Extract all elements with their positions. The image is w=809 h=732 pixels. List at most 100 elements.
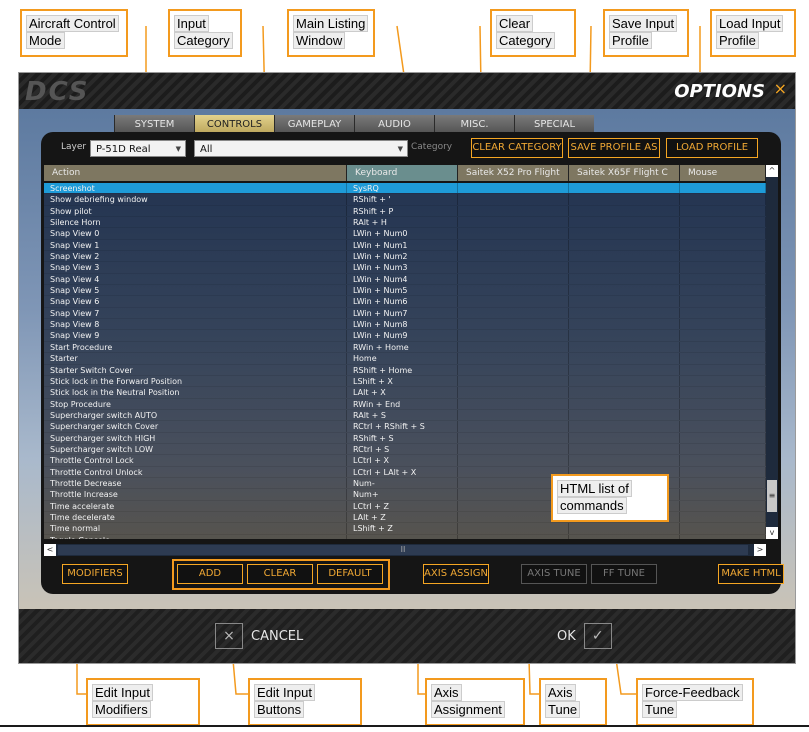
binding-cell[interactable] (680, 534, 766, 539)
action-cell[interactable]: Snap View 3 (44, 262, 347, 273)
table-row[interactable]: Snap View 9 LWin + Num9 (44, 330, 766, 342)
keyboard-binding-cell[interactable]: RShift + Home (347, 364, 458, 375)
binding-cell[interactable] (458, 319, 569, 330)
binding-cell[interactable] (458, 262, 569, 273)
action-cell[interactable]: Show pilot (44, 205, 347, 217)
binding-cell[interactable] (680, 228, 766, 239)
action-cell[interactable]: Stick lock in the Forward Position (44, 375, 347, 387)
action-cell[interactable]: Snap View 6 (44, 296, 347, 307)
action-cell[interactable]: Snap View 5 (44, 285, 347, 296)
binding-cell[interactable] (680, 251, 766, 262)
default-button[interactable]: DEFAULT (317, 564, 383, 584)
binding-cell[interactable] (569, 387, 680, 398)
binding-cell[interactable] (569, 330, 680, 341)
binding-cell[interactable] (569, 523, 680, 534)
binding-cell[interactable] (458, 251, 569, 262)
table-row[interactable]: Screenshot SysRQ (44, 183, 766, 195)
binding-cell[interactable] (569, 341, 680, 353)
binding-cell[interactable] (458, 205, 569, 217)
binding-cell[interactable] (680, 330, 766, 341)
cancel-button[interactable]: × CANCEL (215, 623, 311, 649)
keyboard-binding-cell[interactable]: LAlt + X (347, 387, 458, 398)
binding-cell[interactable] (680, 398, 766, 409)
binding-cell[interactable] (680, 489, 766, 500)
table-row[interactable]: Stick lock in the Neutral Position LAlt +… (44, 387, 766, 399)
binding-cell[interactable] (680, 387, 766, 398)
binding-cell[interactable] (458, 421, 569, 432)
keyboard-binding-cell[interactable]: RCtrl + RShift + S (347, 421, 458, 432)
binding-cell[interactable] (680, 455, 766, 466)
binding-cell[interactable] (680, 511, 766, 523)
keyboard-binding-cell[interactable]: RCtrl + S (347, 443, 458, 455)
binding-cell[interactable] (458, 217, 569, 228)
binding-cell[interactable] (569, 217, 680, 228)
category-select[interactable]: All ▼ (194, 140, 408, 157)
binding-cell[interactable] (458, 443, 569, 455)
keyboard-binding-cell[interactable]: LWin + Num0 (347, 228, 458, 239)
make-html-button[interactable]: MAKE HTML (718, 564, 784, 584)
table-row[interactable]: Supercharger switch AUTO RAlt + S (44, 409, 766, 422)
binding-cell[interactable] (680, 307, 766, 319)
action-cell[interactable]: Starter Switch Cover (44, 364, 347, 375)
table-row[interactable]: Supercharger switch LOW RCtrl + S (44, 443, 766, 456)
keyboard-binding-cell[interactable]: LWin + Num5 (347, 285, 458, 296)
table-row[interactable]: Snap View 2 LWin + Num2 (44, 251, 766, 263)
load-profile-button[interactable]: LOAD PROFILE (666, 138, 758, 158)
save-profile-button[interactable]: SAVE PROFILE AS (568, 138, 660, 158)
binding-cell[interactable] (680, 523, 766, 534)
action-cell[interactable]: Time decelerate (44, 511, 347, 523)
binding-cell[interactable] (569, 319, 680, 330)
horizontal-scroll-thumb[interactable]: II (58, 545, 748, 555)
modifiers-button[interactable]: MODIFIERS (62, 564, 128, 584)
vertical-scrollbar[interactable]: ^ ≡ v (766, 165, 778, 539)
action-cell[interactable]: Supercharger switch HIGH (44, 432, 347, 443)
binding-cell[interactable] (680, 262, 766, 273)
binding-cell[interactable] (458, 398, 569, 409)
table-row[interactable]: Toggle Console (44, 534, 766, 539)
action-cell[interactable]: Silence Horn (44, 217, 347, 228)
binding-cell[interactable] (569, 228, 680, 239)
binding-cell[interactable] (458, 239, 569, 251)
binding-cell[interactable] (680, 432, 766, 443)
axis-tune-button[interactable]: AXIS TUNE (521, 564, 587, 584)
column-header-mouse[interactable]: Mouse (680, 165, 766, 181)
binding-cell[interactable] (569, 364, 680, 375)
binding-cell[interactable] (458, 341, 569, 353)
ok-button[interactable]: OK ✓ (549, 623, 612, 649)
keyboard-binding-cell[interactable]: RWin + Home (347, 341, 458, 353)
binding-cell[interactable] (680, 443, 766, 455)
table-row[interactable]: Stop Procedure RWin + End (44, 398, 766, 410)
binding-cell[interactable] (680, 183, 766, 194)
table-row[interactable]: Silence Horn RAlt + H (44, 217, 766, 229)
table-row[interactable]: Snap View 1 LWin + Num1 (44, 239, 766, 252)
binding-cell[interactable] (458, 285, 569, 296)
keyboard-binding-cell[interactable] (347, 534, 458, 539)
binding-cell[interactable] (569, 205, 680, 217)
binding-cell[interactable] (569, 443, 680, 455)
binding-cell[interactable] (680, 341, 766, 353)
binding-cell[interactable] (680, 273, 766, 285)
table-row[interactable]: Starter Home (44, 353, 766, 365)
keyboard-binding-cell[interactable]: LWin + Num9 (347, 330, 458, 341)
table-row[interactable]: Stick lock in the Forward Position LShift… (44, 375, 766, 388)
binding-cell[interactable] (458, 194, 569, 205)
action-cell[interactable]: Throttle Increase (44, 489, 347, 500)
keyboard-binding-cell[interactable]: Num+ (347, 489, 458, 500)
action-cell[interactable]: Time accelerate (44, 500, 347, 511)
binding-cell[interactable] (569, 194, 680, 205)
table-row[interactable]: Time normal LShift + Z (44, 523, 766, 535)
action-cell[interactable]: Throttle Control Unlock (44, 466, 347, 477)
table-row[interactable]: Starter Switch Cover RShift + Home (44, 364, 766, 376)
binding-cell[interactable] (458, 330, 569, 341)
binding-cell[interactable] (569, 421, 680, 432)
binding-cell[interactable] (458, 455, 569, 466)
keyboard-binding-cell[interactable]: Home (347, 353, 458, 364)
action-cell[interactable]: Snap View 2 (44, 251, 347, 262)
scroll-thumb[interactable]: ≡ (767, 480, 777, 512)
horizontal-scrollbar[interactable]: < II > (44, 544, 766, 556)
action-cell[interactable]: Throttle Decrease (44, 477, 347, 489)
binding-cell[interactable] (680, 421, 766, 432)
binding-cell[interactable] (569, 409, 680, 421)
binding-cell[interactable] (569, 273, 680, 285)
action-cell[interactable]: Stop Procedure (44, 398, 347, 409)
